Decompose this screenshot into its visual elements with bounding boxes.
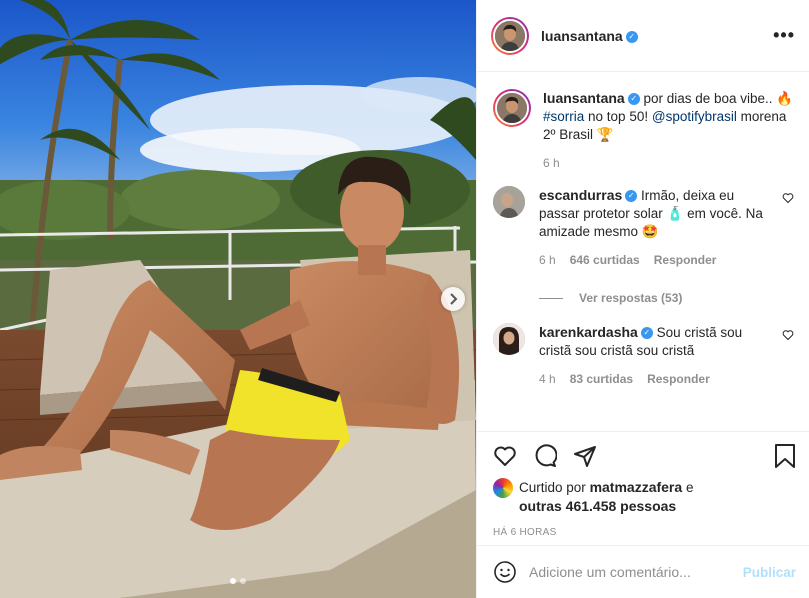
commenter-avatar[interactable] (493, 186, 525, 218)
save-button[interactable] (774, 444, 796, 468)
caption-author-avatar[interactable] (493, 89, 531, 127)
fire-emoji: 🔥 (776, 91, 794, 106)
comment-item: karenkardasha ✓ Sou cristã sou cristã sou… (493, 323, 794, 388)
more-options-icon[interactable]: ••• (773, 25, 795, 46)
comments-section: luansantana ✓ por dias de boa vibe.. 🔥 #s… (477, 73, 809, 431)
likes-mid: e (685, 480, 694, 495)
like-comment-heart-icon[interactable] (782, 329, 794, 341)
post-actions: Curtido por matmazzafera e outras 461.45… (477, 431, 809, 538)
heart-icon (494, 446, 516, 466)
carousel-dot (240, 578, 246, 584)
paper-plane-icon (574, 446, 596, 467)
caption-time[interactable]: 6 h (543, 154, 560, 172)
replies-divider (539, 297, 563, 299)
verified-badge-icon: ✓ (625, 30, 638, 43)
caption: luansantana ✓ por dias de boa vibe.. 🔥 #s… (493, 89, 794, 172)
trophy-emoji: 🏆 (596, 127, 614, 142)
publish-button[interactable]: Publicar (743, 565, 796, 580)
post-header: luansantana ✓ ••• (477, 0, 809, 72)
author-avatar[interactable] (491, 16, 529, 55)
like-button[interactable] (493, 444, 517, 468)
hashtag-link[interactable]: #sorria (543, 109, 584, 124)
verified-badge-icon: ✓ (640, 327, 653, 340)
commenter-avatar-image (493, 323, 525, 355)
post-photo[interactable] (0, 0, 476, 598)
comment-username[interactable]: karenkardasha (539, 324, 638, 340)
lotion-emoji: 🧴 (666, 206, 684, 221)
author-avatar-image (495, 20, 525, 51)
caption-text-2: no top 50! (588, 109, 649, 124)
likes-others[interactable]: outras 461.458 pessoas (519, 498, 676, 514)
liker-avatar[interactable] (493, 478, 513, 498)
comment-meta: 6 h 646 curtidas Responder (539, 251, 774, 269)
reply-button[interactable]: Responder (647, 370, 710, 388)
emoji-button[interactable] (493, 560, 517, 584)
star-struck-emoji: 🤩 (641, 224, 659, 239)
comment-bubble-icon (535, 444, 557, 467)
mention-link[interactable]: @spotifybrasil (652, 109, 737, 124)
bookmark-icon (775, 444, 795, 468)
caption-text-1: por dias de boa vibe.. (643, 91, 773, 106)
comment-item: escandurras ✓ Irmão, deixa eu passar prot… (493, 186, 794, 269)
reply-button[interactable]: Responder (654, 251, 717, 269)
caption-username[interactable]: luansantana (543, 90, 625, 106)
comment-username[interactable]: escandurras (539, 187, 622, 203)
chevron-right-icon (450, 293, 458, 305)
likes-prefix: Curtido por (519, 480, 586, 495)
caption-avatar-image (497, 93, 527, 123)
comment-time[interactable]: 6 h (539, 251, 556, 269)
comment-likes[interactable]: 83 curtidas (570, 370, 633, 388)
post-sidebar: luansantana ✓ ••• luansantana ✓ por dias… (476, 0, 809, 598)
like-comment-heart-icon[interactable] (782, 192, 794, 204)
carousel-indicator (0, 578, 476, 584)
carousel-dot-active (230, 578, 236, 584)
comment-meta: 4 h 83 curtidas Responder (539, 370, 774, 388)
verified-badge-icon: ✓ (625, 190, 638, 203)
comment-time[interactable]: 4 h (539, 370, 556, 388)
commenter-avatar[interactable] (493, 323, 525, 355)
verified-badge-icon: ✓ (627, 93, 640, 106)
add-comment-bar: Publicar (477, 545, 809, 598)
comment-likes[interactable]: 646 curtidas (570, 251, 640, 269)
caption-meta: 6 h (543, 154, 794, 172)
post-time-ago[interactable]: HÁ 6 HORAS (493, 527, 796, 538)
view-replies-button[interactable]: Ver respostas (53) (539, 291, 794, 305)
comment-button[interactable] (533, 444, 557, 468)
smiley-icon (494, 561, 516, 583)
comment-input[interactable] (529, 564, 743, 580)
likes-summary: Curtido por matmazzafera e outras 461.45… (493, 478, 796, 516)
commenter-avatar-image (493, 186, 525, 218)
action-bar (493, 444, 796, 468)
author-username[interactable]: luansantana (541, 28, 623, 44)
share-button[interactable] (573, 444, 597, 468)
carousel-next-button[interactable] (441, 287, 465, 311)
liker-username[interactable]: matmazzafera (590, 479, 683, 495)
view-replies-label: Ver respostas (53) (579, 291, 683, 305)
post-image (0, 0, 476, 598)
